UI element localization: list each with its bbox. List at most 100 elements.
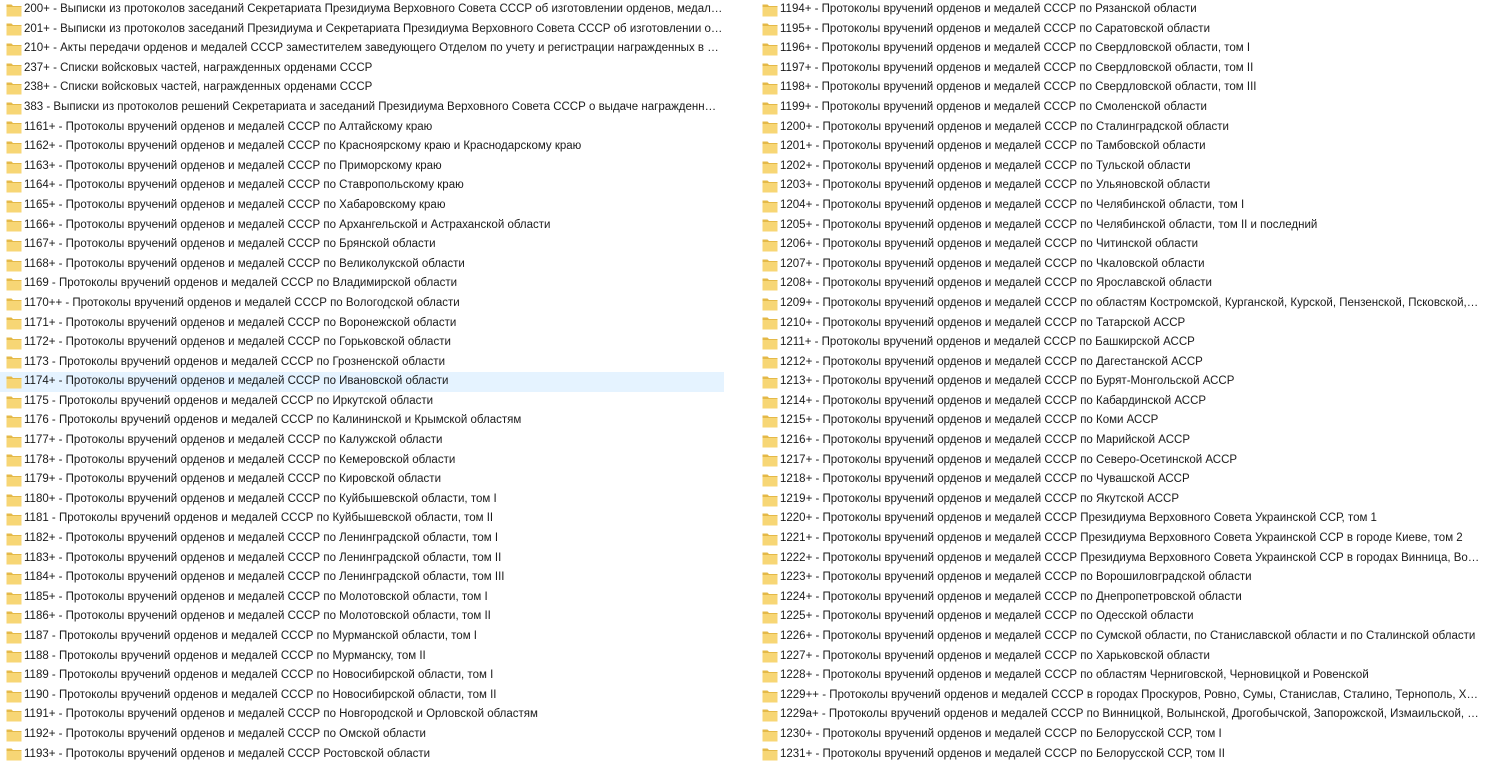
folder-item[interactable]: 1169 - Протоколы вручений орденов и меда… [0, 274, 724, 294]
folder-item[interactable]: 1229а+ - Протоколы вручений орденов и ме… [756, 705, 1480, 725]
folder-item[interactable]: 1201+ - Протоколы вручений орденов и мед… [756, 137, 1480, 157]
folder-name: 1178+ - Протоколы вручений орденов и мед… [24, 453, 456, 466]
folder-item[interactable]: 1204+ - Протоколы вручений орденов и мед… [756, 196, 1480, 216]
folder-icon [762, 591, 778, 605]
folder-item[interactable]: 1173 - Протоколы вручений орденов и меда… [0, 353, 724, 373]
folder-item[interactable]: 1225+ - Протоколы вручений орденов и мед… [756, 607, 1480, 627]
folder-icon [762, 649, 778, 663]
folder-name: 1173 - Протоколы вручений орденов и меда… [24, 355, 446, 368]
folder-item[interactable]: 1221+ - Протоколы вручений орденов и мед… [756, 529, 1480, 549]
folder-item[interactable]: 1179+ - Протоколы вручений орденов и мед… [0, 470, 724, 490]
folder-item[interactable]: 237+ - Списки войсковых частей, награжде… [0, 59, 724, 79]
folder-item[interactable]: 1191+ - Протоколы вручений орденов и мед… [0, 705, 724, 725]
folder-item[interactable]: 1220+ - Протоколы вручений орденов и мед… [756, 509, 1480, 529]
folder-item[interactable]: 1193+ - Протоколы вручений орденов и мед… [0, 745, 724, 765]
folder-item[interactable]: 1165+ - Протоколы вручений орденов и мед… [0, 196, 724, 216]
folder-item[interactable]: 1224+ - Протоколы вручений орденов и мед… [756, 588, 1480, 608]
folder-name: 1192+ - Протоколы вручений орденов и мед… [24, 727, 426, 740]
folder-item[interactable]: 1209+ - Протоколы вручений орденов и мед… [756, 294, 1480, 314]
folder-item[interactable]: 1176 - Протоколы вручений орденов и меда… [0, 411, 724, 431]
folder-name: 210+ - Акты передачи орденов и медалей С… [24, 42, 724, 55]
folder-item[interactable]: 1168+ - Протоколы вручений орденов и мед… [0, 255, 724, 275]
folder-icon [762, 336, 778, 350]
folder-name: 1186+ - Протоколы вручений орденов и мед… [24, 610, 491, 623]
folder-item[interactable]: 1205+ - Протоколы вручений орденов и мед… [756, 216, 1480, 236]
folder-item[interactable]: 1207+ - Протоколы вручений орденов и мед… [756, 255, 1480, 275]
folder-item[interactable]: 1197+ - Протоколы вручений орденов и мед… [756, 59, 1480, 79]
folder-item[interactable]: 1185+ - Протоколы вручений орденов и мед… [0, 588, 724, 608]
folder-item[interactable]: 1188 - Протоколы вручений орденов и меда… [0, 647, 724, 667]
folder-item[interactable]: 383 - Выписки из протоколов решений Секр… [0, 98, 724, 118]
folder-item[interactable]: 1211+ - Протоколы вручений орденов и мед… [756, 333, 1480, 353]
folder-item[interactable]: 1222+ - Протоколы вручений орденов и мед… [756, 549, 1480, 569]
folder-item[interactable]: 1186+ - Протоколы вручений орденов и мед… [0, 607, 724, 627]
folder-item[interactable]: 1178+ - Протоколы вручений орденов и мед… [0, 451, 724, 471]
folder-item[interactable]: 1214+ - Протоколы вручений орденов и мед… [756, 392, 1480, 412]
folder-item[interactable]: 210+ - Акты передачи орденов и медалей С… [0, 39, 724, 59]
folder-icon [762, 473, 778, 487]
folder-item[interactable]: 1171+ - Протоколы вручений орденов и мед… [0, 314, 724, 334]
folder-item[interactable]: 1215+ - Протоколы вручений орденов и мед… [756, 411, 1480, 431]
folder-item[interactable]: 1161+ - Протоколы вручений орденов и мед… [0, 118, 724, 138]
folder-item[interactable]: 1172+ - Протоколы вручений орденов и мед… [0, 333, 724, 353]
folder-item[interactable]: 1196+ - Протоколы вручений орденов и мед… [756, 39, 1480, 59]
folder-item[interactable]: 1183+ - Протоколы вручений орденов и мед… [0, 549, 724, 569]
folder-icon [762, 22, 778, 36]
folder-icon [6, 316, 22, 330]
folder-item[interactable]: 1228+ - Протоколы вручений орденов и мед… [756, 666, 1480, 686]
folder-item[interactable]: 238+ - Списки войсковых частей, награжде… [0, 78, 724, 98]
folder-item[interactable]: 1208+ - Протоколы вручений орденов и мед… [756, 274, 1480, 294]
folder-item[interactable]: 1163+ - Протоколы вручений орденов и мед… [0, 157, 724, 177]
folder-item[interactable]: 1194+ - Протоколы вручений орденов и мед… [756, 0, 1480, 20]
folder-name: 1176 - Протоколы вручений орденов и меда… [24, 414, 522, 427]
folder-item[interactable]: 1226+ - Протоколы вручений орденов и мед… [756, 627, 1480, 647]
folder-icon [762, 414, 778, 428]
folder-item[interactable]: 1210+ - Протоколы вручений орденов и мед… [756, 314, 1480, 334]
folder-item[interactable]: 1187 - Протоколы вручений орденов и меда… [0, 627, 724, 647]
folder-item[interactable]: 1212+ - Протоколы вручений орденов и мед… [756, 353, 1480, 373]
folder-item[interactable]: 1203+ - Протоколы вручений орденов и мед… [756, 176, 1480, 196]
folder-item[interactable]: 1182+ - Протоколы вручений орденов и мед… [0, 529, 724, 549]
folder-item[interactable]: 1227+ - Протоколы вручений орденов и мед… [756, 647, 1480, 667]
folder-item[interactable]: 1167+ - Протоколы вручений орденов и мед… [0, 235, 724, 255]
folder-icon [6, 689, 22, 703]
folder-item[interactable]: 1170++ - Протоколы вручений орденов и ме… [0, 294, 724, 314]
folder-item[interactable]: 1198+ - Протоколы вручений орденов и мед… [756, 78, 1480, 98]
folder-item[interactable]: 1177+ - Протоколы вручений орденов и мед… [0, 431, 724, 451]
folder-item[interactable]: 1223+ - Протоколы вручений орденов и мед… [756, 568, 1480, 588]
folder-item[interactable]: 1200+ - Протоколы вручений орденов и мед… [756, 118, 1480, 138]
folder-item[interactable]: 1219+ - Протоколы вручений орденов и мед… [756, 490, 1480, 510]
folder-item[interactable]: 1218+ - Протоколы вручений орденов и мед… [756, 470, 1480, 490]
folder-item[interactable]: 1162+ - Протоколы вручений орденов и мед… [0, 137, 724, 157]
folder-item[interactable]: 1184+ - Протоколы вручений орденов и мед… [0, 568, 724, 588]
folder-icon [762, 3, 778, 17]
folder-item[interactable]: 1174+ - Протоколы вручений орденов и мед… [0, 372, 724, 392]
folder-name: 1180+ - Протоколы вручений орденов и мед… [24, 492, 497, 505]
folder-item[interactable]: 1230+ - Протоколы вручений орденов и мед… [756, 725, 1480, 745]
folder-item[interactable]: 201+ - Выписки из протоколов заседаний П… [0, 20, 724, 40]
folder-item[interactable]: 1189 - Протоколы вручений орденов и меда… [0, 666, 724, 686]
folder-item[interactable]: 200+ - Выписки из протоколов заседаний С… [0, 0, 724, 20]
folder-item[interactable]: 1166+ - Протоколы вручений орденов и мед… [0, 216, 724, 236]
folder-item[interactable]: 1180+ - Протоколы вручений орденов и мед… [0, 490, 724, 510]
folder-item[interactable]: 1217+ - Протоколы вручений орденов и мед… [756, 451, 1480, 471]
folder-item[interactable]: 1206+ - Протоколы вручений орденов и мед… [756, 235, 1480, 255]
folder-name: 1194+ - Протоколы вручений орденов и мед… [780, 3, 1197, 15]
folder-item[interactable]: 1175 - Протоколы вручений орденов и меда… [0, 392, 724, 412]
folder-item[interactable]: 1229++ - Протоколы вручений орденов и ме… [756, 686, 1480, 706]
folder-item[interactable]: 1164+ - Протоколы вручений орденов и мед… [0, 176, 724, 196]
folder-item[interactable]: 1192+ - Протоколы вручений орденов и мед… [0, 725, 724, 745]
folder-icon [762, 120, 778, 134]
folder-item[interactable]: 1202+ - Протоколы вручений орденов и мед… [756, 157, 1480, 177]
folder-icon [6, 571, 22, 585]
folder-name: 1197+ - Протоколы вручений орденов и мед… [780, 61, 1254, 74]
folder-name: 1229а+ - Протоколы вручений орденов и ме… [780, 708, 1480, 721]
folder-item[interactable]: 1231+ - Протоколы вручений орденов и мед… [756, 745, 1480, 765]
folder-item[interactable]: 1181 - Протоколы вручений орденов и меда… [0, 509, 724, 529]
folder-item[interactable]: 1213+ - Протоколы вручений орденов и мед… [756, 372, 1480, 392]
folder-item[interactable]: 1199+ - Протоколы вручений орденов и мед… [756, 98, 1480, 118]
folder-icon [762, 42, 778, 56]
folder-item[interactable]: 1190 - Протоколы вручений орденов и меда… [0, 686, 724, 706]
folder-item[interactable]: 1216+ - Протоколы вручений орденов и мед… [756, 431, 1480, 451]
folder-item[interactable]: 1195+ - Протоколы вручений орденов и мед… [756, 20, 1480, 40]
